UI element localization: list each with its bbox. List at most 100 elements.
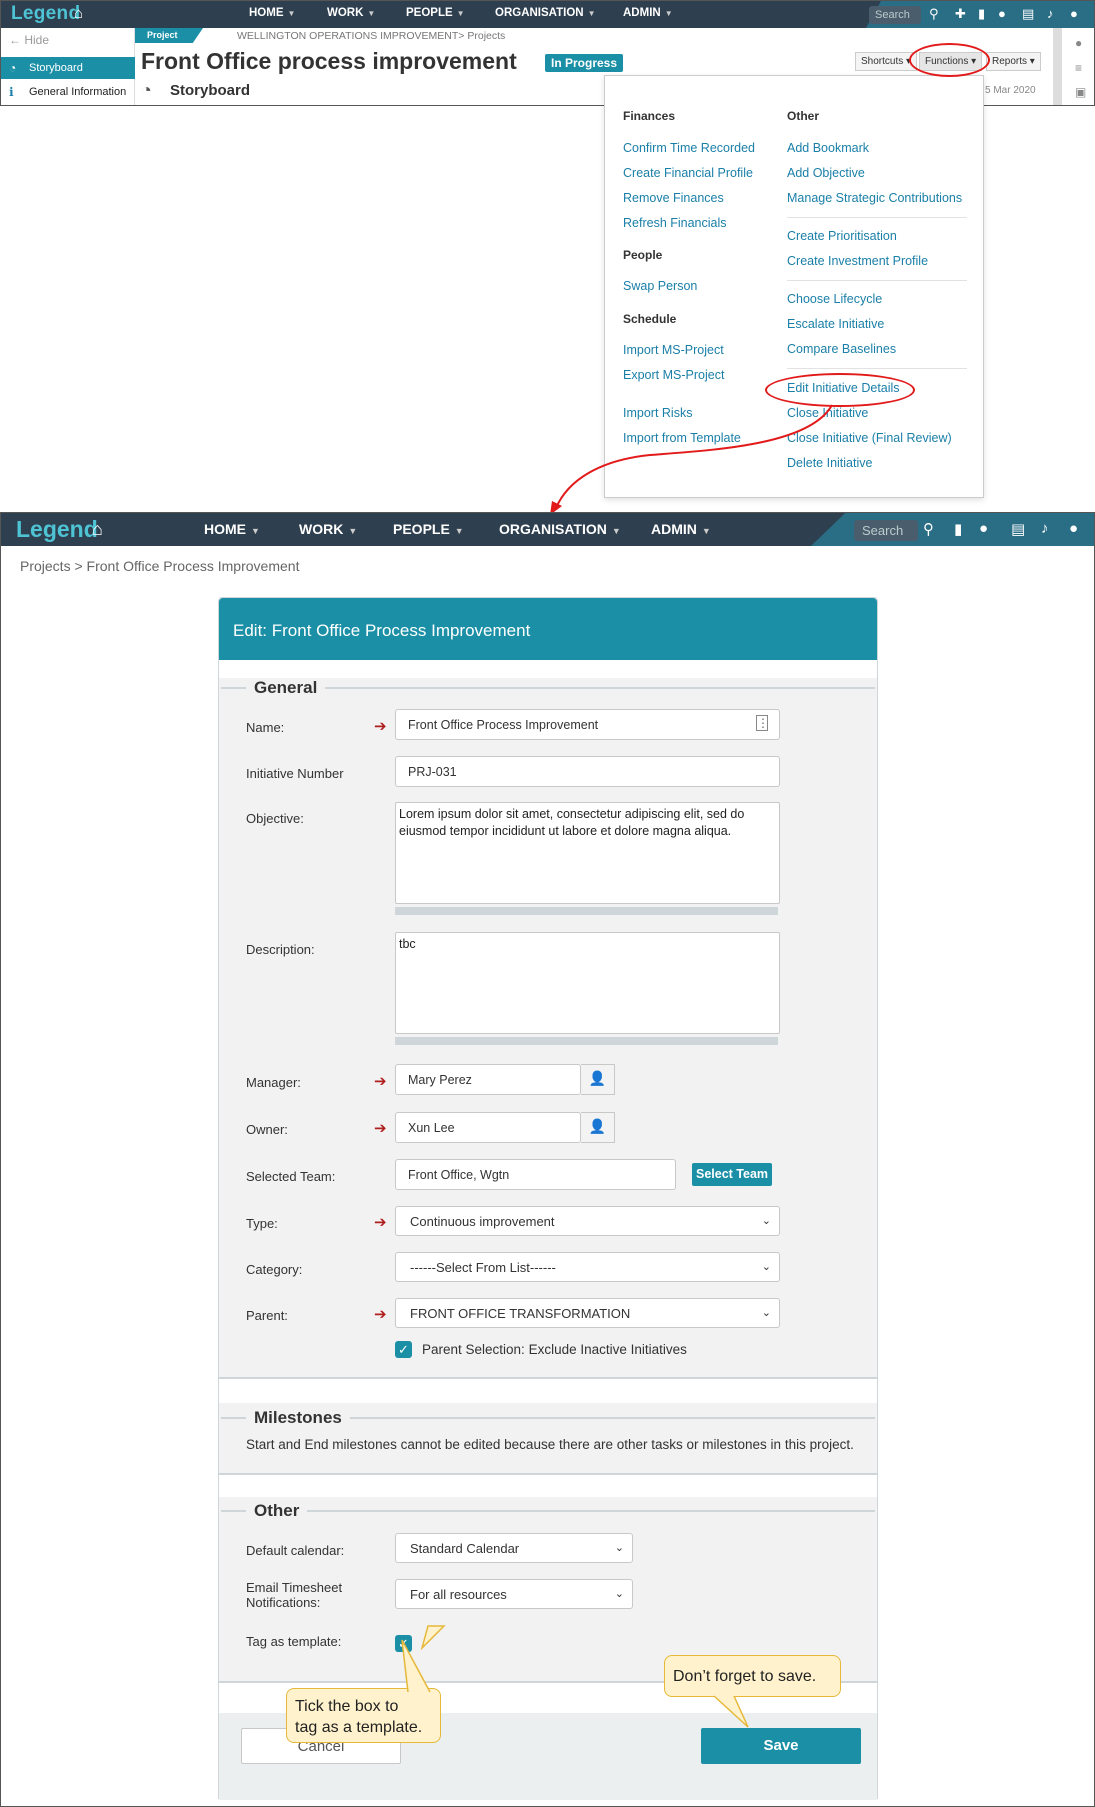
menu-item-manage-strategic-contributions[interactable]: Manage Strategic Contributions bbox=[787, 191, 962, 205]
initiative-number-label: Initiative Number bbox=[246, 766, 344, 781]
email-notifications-select[interactable]: For all resources ⌄ bbox=[395, 1579, 633, 1609]
milestones-note: Start and End milestones cannot be edite… bbox=[246, 1437, 854, 1452]
shortcuts-button[interactable]: Shortcuts ▾ bbox=[855, 52, 918, 71]
objective-label: Objective: bbox=[246, 811, 304, 826]
nav-people[interactable]: PEOPLE ▼ bbox=[406, 7, 465, 19]
list-icon[interactable]: ≡ bbox=[1075, 61, 1082, 75]
person-picker-icon[interactable]: 👤 bbox=[581, 1064, 615, 1095]
menu-divider bbox=[787, 280, 967, 281]
chat-icon[interactable]: ● bbox=[979, 520, 988, 537]
reports-button[interactable]: Reports ▾ bbox=[986, 52, 1041, 71]
chevron-down-icon: ⌄ bbox=[761, 1215, 771, 1227]
menu-item-create-investment-profile[interactable]: Create Investment Profile bbox=[787, 254, 928, 268]
menu-item-refresh-financials[interactable]: Refresh Financials bbox=[623, 216, 727, 230]
menu-item-confirm-time-recorded[interactable]: Confirm Time Recorded bbox=[623, 141, 755, 155]
callout-pointer bbox=[401, 1639, 431, 1693]
menu-item-escalate-initiative[interactable]: Escalate Initiative bbox=[787, 317, 884, 331]
nav-admin[interactable]: ADMIN ▼ bbox=[651, 521, 711, 537]
resize-handle[interactable] bbox=[395, 907, 778, 915]
home-icon[interactable]: ⌂ bbox=[74, 5, 83, 22]
breadcrumb[interactable]: Projects > Front Office Process Improvem… bbox=[20, 558, 299, 574]
category-select[interactable]: ------Select From List------ ⌄ bbox=[395, 1252, 780, 1282]
manager-field[interactable]: Mary Perez bbox=[395, 1064, 581, 1095]
bookmark-icon[interactable]: ▮ bbox=[978, 6, 985, 22]
menu-item-add-objective[interactable]: Add Objective bbox=[787, 166, 865, 180]
manager-label: Manager: bbox=[246, 1075, 301, 1090]
bell-icon[interactable]: ♪ bbox=[1041, 520, 1049, 537]
name-field[interactable]: Front Office Process Improvement bbox=[395, 709, 780, 740]
nav-people[interactable]: PEOPLE ▼ bbox=[393, 521, 464, 537]
lock-icon[interactable]: ▣ bbox=[1075, 85, 1086, 99]
bell-icon[interactable]: ♪ bbox=[1047, 6, 1054, 21]
tag-as-template-label: Tag as template: bbox=[246, 1634, 342, 1649]
menu-item-export-ms-project[interactable]: Export MS-Project bbox=[623, 368, 724, 382]
search-input[interactable]: Search bbox=[869, 6, 921, 24]
description-textarea[interactable]: tbc bbox=[395, 932, 780, 1034]
document-icon[interactable]: ▤ bbox=[1022, 6, 1034, 22]
page-title: Front Office process improvement bbox=[141, 48, 517, 74]
menu-item-create-prioritisation[interactable]: Create Prioritisation bbox=[787, 229, 897, 243]
chat-icon[interactable]: ● bbox=[998, 6, 1006, 21]
owner-field[interactable]: Xun Lee bbox=[395, 1112, 581, 1143]
comment-icon[interactable]: ● bbox=[1075, 36, 1082, 50]
select-team-button[interactable]: Select Team bbox=[692, 1163, 772, 1186]
nav-work[interactable]: WORK ▼ bbox=[327, 7, 375, 19]
user-icon[interactable]: ● bbox=[1070, 6, 1078, 21]
menu-item-import-ms-project[interactable]: Import MS-Project bbox=[623, 343, 724, 357]
parent-select[interactable]: FRONT OFFICE TRANSFORMATION ⌄ bbox=[395, 1298, 780, 1328]
person-picker-icon[interactable]: 👤 bbox=[581, 1112, 615, 1143]
required-arrow-icon: ➔ bbox=[374, 1120, 387, 1137]
home-icon[interactable]: ⌂ bbox=[92, 519, 103, 540]
bookmark-icon[interactable]: ▮ bbox=[954, 520, 962, 538]
user-icon[interactable]: ● bbox=[1069, 520, 1078, 537]
nav-organisation[interactable]: ORGANISATION ▼ bbox=[495, 7, 596, 19]
type-select[interactable]: Continuous improvement ⌄ bbox=[395, 1206, 780, 1236]
logo[interactable]: Legend bbox=[16, 516, 98, 543]
scrollbar[interactable] bbox=[1053, 28, 1062, 105]
nav-home[interactable]: HOME ▼ bbox=[204, 521, 260, 537]
chevron-down-icon: ⌄ bbox=[614, 1588, 624, 1600]
menu-item-remove-finances[interactable]: Remove Finances bbox=[623, 191, 724, 205]
email-notifications-label: Email Timesheet Notifications: bbox=[246, 1580, 343, 1610]
contact-card-icon[interactable]: ⋮ bbox=[756, 715, 769, 731]
required-arrow-icon: ➔ bbox=[374, 718, 387, 735]
info-icon: ℹ bbox=[9, 85, 14, 99]
menu-divider bbox=[787, 368, 967, 369]
search-input[interactable]: Search bbox=[854, 520, 918, 541]
project-tab: Project bbox=[135, 28, 203, 43]
nav-home[interactable]: HOME ▼ bbox=[249, 7, 295, 19]
menu-item-add-bookmark[interactable]: Add Bookmark bbox=[787, 141, 869, 155]
selected-team-field[interactable]: Front Office, Wgtn bbox=[395, 1159, 676, 1190]
save-button[interactable]: Save bbox=[701, 1728, 861, 1764]
menu-item-compare-baselines[interactable]: Compare Baselines bbox=[787, 342, 896, 356]
nav-admin[interactable]: ADMIN ▼ bbox=[623, 7, 673, 19]
exclude-inactive-checkbox[interactable]: ✓ bbox=[395, 1341, 412, 1358]
parent-label: Parent: bbox=[246, 1308, 288, 1323]
sidebar-item-general-information[interactable]: ℹ General Information bbox=[1, 83, 135, 103]
menu-item-choose-lifecycle[interactable]: Choose Lifecycle bbox=[787, 292, 882, 306]
objective-textarea[interactable]: Lorem ipsum dolor sit amet, consectetur … bbox=[395, 802, 780, 904]
breadcrumb[interactable]: WELLINGTON OPERATIONS IMPROVEMENT> Proje… bbox=[237, 30, 505, 42]
initiative-number-field[interactable]: PRJ-031 bbox=[395, 756, 780, 787]
status-badge: In Progress bbox=[545, 54, 624, 72]
nav-organisation[interactable]: ORGANISATION ▼ bbox=[499, 521, 621, 537]
hide-sidebar-link[interactable]: ← Hide bbox=[9, 33, 49, 47]
resize-handle[interactable] bbox=[395, 1037, 778, 1045]
search-icon[interactable]: ⚲ bbox=[929, 6, 939, 22]
functions-highlight-oval bbox=[909, 43, 990, 77]
dashboard-icon: ◔ bbox=[141, 80, 152, 100]
sidebar-item-storyboard[interactable]: ◔ Storyboard bbox=[1, 57, 135, 79]
default-calendar-select[interactable]: Standard Calendar ⌄ bbox=[395, 1533, 633, 1563]
nav-work[interactable]: WORK ▼ bbox=[299, 521, 357, 537]
menu-item-create-financial-profile[interactable]: Create Financial Profile bbox=[623, 166, 753, 180]
top-nav-bar: Legend ⌂ HOME ▼ WORK ▼ PEOPLE ▼ ORGANISATIO… bbox=[1, 1, 1094, 28]
document-icon[interactable]: ▤ bbox=[1011, 520, 1025, 538]
section-title-general: General bbox=[246, 678, 326, 698]
plus-icon[interactable]: ✚ bbox=[955, 6, 966, 22]
menu-item-swap-person[interactable]: Swap Person bbox=[623, 279, 697, 293]
section-title-other: Other bbox=[246, 1501, 308, 1521]
search-icon[interactable]: ⚲ bbox=[923, 520, 934, 538]
template-callout: Tick the box to tag as a template. bbox=[286, 1688, 441, 1743]
description-label: Description: bbox=[246, 942, 315, 957]
logo[interactable]: Legend bbox=[11, 3, 80, 25]
